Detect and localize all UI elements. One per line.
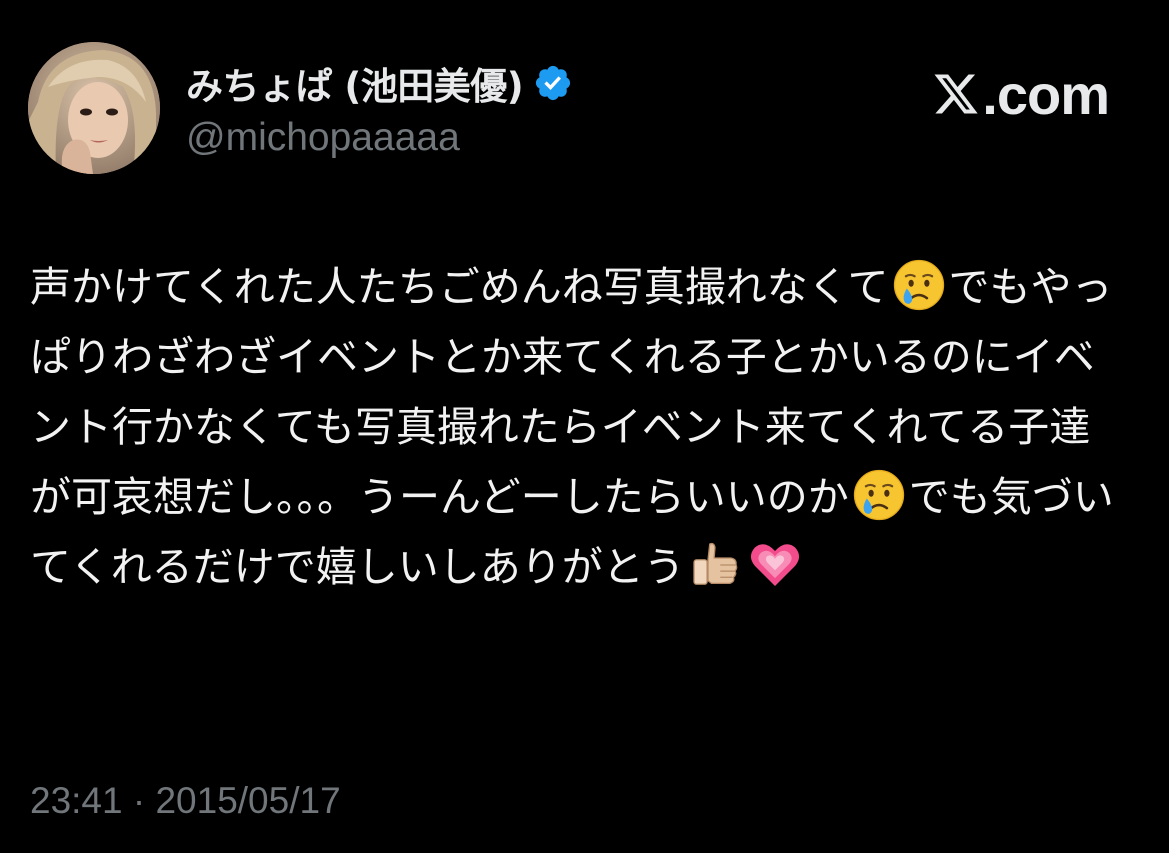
display-name-row: みちょぱ (池田美優) <box>186 56 573 110</box>
tweet-header: みちょぱ (池田美優) @michopaaaaa .com <box>28 42 1110 178</box>
tweet-timestamp[interactable]: 23:41 · 2015/05/17 <box>30 780 341 822</box>
thumbs-up-icon <box>687 537 743 593</box>
growing-heart-icon <box>747 537 803 593</box>
brand-mark: .com <box>932 62 1110 126</box>
display-name[interactable]: みちょぱ (池田美優) <box>186 56 524 110</box>
avatar-image <box>28 42 160 174</box>
crying-face-icon <box>891 257 947 313</box>
x-logo-icon <box>932 70 980 118</box>
tweet-text-segment: 声かけてくれた人たちごめんね写真撮れなくて <box>30 263 889 311</box>
brand-text: .com <box>982 62 1110 126</box>
avatar[interactable] <box>28 42 160 174</box>
author-names: みちょぱ (池田美優) @michopaaaaa <box>186 56 573 160</box>
crying-face-icon <box>851 467 907 523</box>
tweet-text: 声かけてくれた人たちごめんね写真撮れなくて でもやっぱりわざわざイベントとか来てく… <box>30 252 1130 602</box>
user-handle[interactable]: @michopaaaaa <box>186 116 573 160</box>
tweet-card: みちょぱ (池田美優) @michopaaaaa .com 声かけてくれた人たち… <box>0 0 1169 853</box>
verified-badge-icon <box>533 63 573 103</box>
